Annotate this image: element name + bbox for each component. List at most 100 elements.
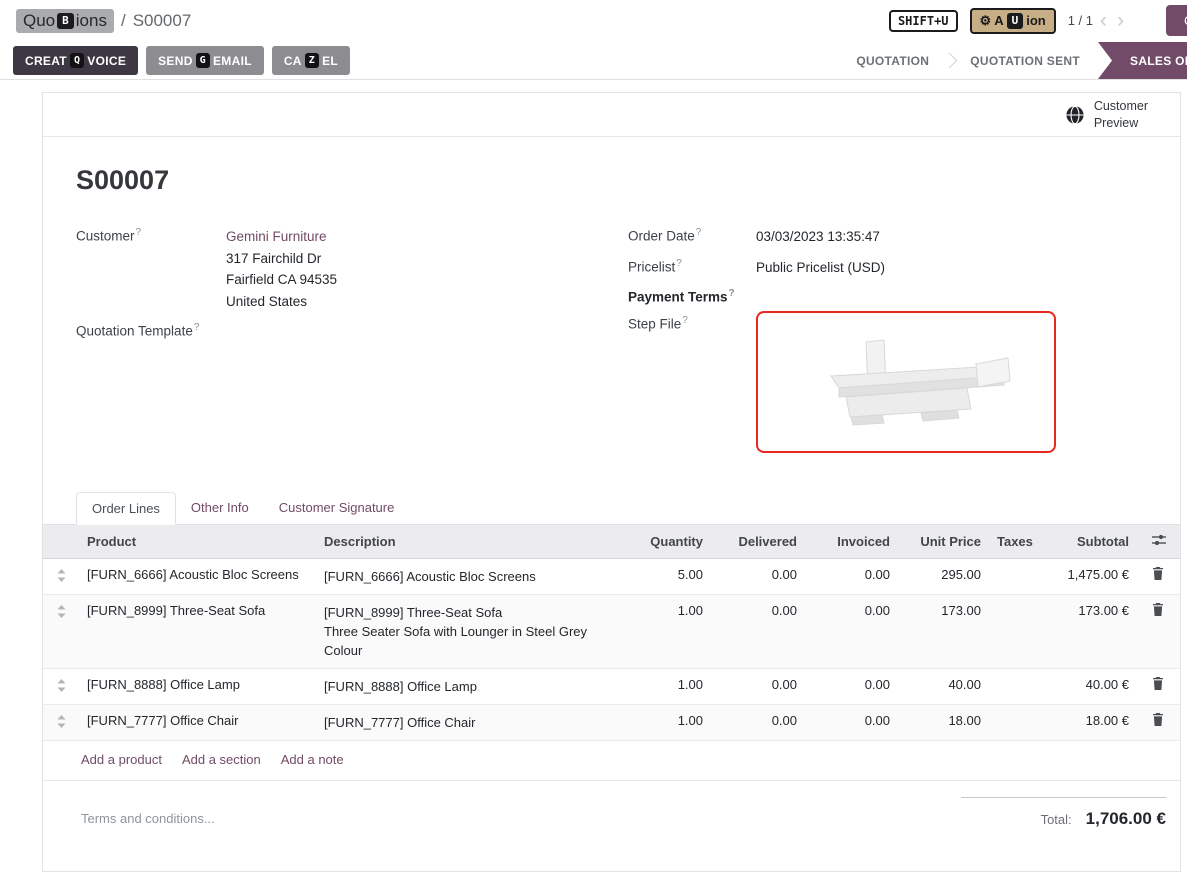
column-header-description[interactable]: Description	[316, 525, 621, 559]
line-taxes-cell[interactable]	[989, 668, 1039, 704]
column-header-subtotal[interactable]: Subtotal	[1039, 525, 1137, 559]
row-drag-handle[interactable]	[43, 668, 79, 704]
field-order-date: Order Date? 03/03/2023 13:35:47	[628, 226, 1147, 248]
customer-link[interactable]: Gemini Furniture	[226, 229, 327, 244]
send-email-button[interactable]: SEND G EMAIL	[146, 46, 264, 75]
line-invoiced-cell[interactable]: 0.00	[805, 704, 898, 740]
line-unit-price-cell[interactable]: 295.00	[898, 558, 989, 594]
breadcrumb: Quo B ions / S00007	[16, 9, 191, 33]
column-header-product[interactable]: Product	[79, 525, 316, 559]
control-panel-top: Quo B ions / S00007 SHIFT+U ⚙ A U ion 1 …	[0, 0, 1187, 42]
line-description-cell[interactable]: [FURN_8999] Three-Seat SofaThree Seater …	[316, 594, 621, 668]
breadcrumb-quotations-text-pre: Quo	[23, 11, 55, 31]
delete-line-button[interactable]	[1137, 558, 1180, 594]
send-email-text-post: EMAIL	[213, 54, 252, 68]
column-header-quantity[interactable]: Quantity	[621, 525, 711, 559]
order-line-row[interactable]: [FURN_8888] Office Lamp [FURN_8888] Offi…	[43, 668, 1180, 704]
sheet-body: S00007 Customer? Gemini Furniture 317 Fa…	[43, 137, 1180, 462]
help-icon: ?	[676, 258, 682, 269]
breadcrumb-quotations[interactable]: Quo B ions	[16, 9, 114, 33]
line-unit-price-cell[interactable]: 18.00	[898, 704, 989, 740]
order-line-row[interactable]: [FURN_6666] Acoustic Bloc Screens [FURN_…	[43, 558, 1180, 594]
line-footer-links: Add a product Add a section Add a note	[43, 741, 1180, 781]
line-product-cell[interactable]: [FURN_8888] Office Lamp	[79, 668, 316, 704]
order-line-row[interactable]: [FURN_8999] Three-Seat Sofa [FURN_8999] …	[43, 594, 1180, 668]
line-product-cell[interactable]: [FURN_6666] Acoustic Bloc Screens	[79, 558, 316, 594]
action-menu-button[interactable]: ⚙ A U ion	[970, 8, 1056, 34]
cancel-button[interactable]: CA Z EL	[272, 46, 350, 75]
totals-block: Total: 1,706.00 €	[961, 797, 1166, 829]
pager-previous-button[interactable]: ‹	[1097, 10, 1110, 31]
line-invoiced-cell[interactable]: 0.00	[805, 594, 898, 668]
column-header-invoiced[interactable]: Invoiced	[805, 525, 898, 559]
field-customer: Customer? Gemini Furniture 317 Fairchild…	[76, 226, 628, 312]
action-text-post: ion	[1026, 13, 1046, 28]
drag-handle-icon	[57, 569, 66, 582]
statusbar-stage-quotation-sent[interactable]: QUOTATION SENT	[952, 42, 1098, 79]
add-a-section-link[interactable]: Add a section	[182, 752, 261, 767]
pager-next-button[interactable]: ›	[1114, 10, 1127, 31]
customer-preview-button[interactable]: Customer Preview	[1059, 97, 1154, 132]
line-quantity-cell[interactable]: 1.00	[621, 668, 711, 704]
line-taxes-cell[interactable]	[989, 594, 1039, 668]
line-unit-price-cell[interactable]: 173.00	[898, 594, 989, 668]
add-a-note-link[interactable]: Add a note	[281, 752, 344, 767]
line-quantity-cell[interactable]: 1.00	[621, 704, 711, 740]
line-subtotal-cell: 18.00 €	[1039, 704, 1137, 740]
action-buttons-group: CREAT Q VOICE SEND G EMAIL CA Z EL	[13, 42, 350, 79]
tab-other-info[interactable]: Other Info	[176, 492, 264, 524]
pricelist-value[interactable]: Public Pricelist (USD)	[756, 257, 885, 279]
line-taxes-cell[interactable]	[989, 704, 1039, 740]
cancel-text-post: EL	[322, 54, 338, 68]
sliders-icon	[1152, 534, 1166, 546]
line-product-cell[interactable]: [FURN_8999] Three-Seat Sofa	[79, 594, 316, 668]
line-invoiced-cell[interactable]: 0.00	[805, 558, 898, 594]
tab-order-lines[interactable]: Order Lines	[76, 492, 176, 525]
trash-icon	[1152, 677, 1164, 690]
line-description-cell[interactable]: [FURN_6666] Acoustic Bloc Screens	[316, 558, 621, 594]
line-taxes-cell[interactable]	[989, 558, 1039, 594]
line-delivered-cell[interactable]: 0.00	[711, 594, 805, 668]
line-delivered-cell[interactable]: 0.00	[711, 668, 805, 704]
field-step-file: Step File?	[628, 314, 1147, 453]
optional-columns-toggle[interactable]	[1137, 525, 1180, 559]
create-invoice-button[interactable]: CREAT Q VOICE	[13, 46, 138, 75]
delete-line-button[interactable]	[1137, 594, 1180, 668]
gear-icon: ⚙	[980, 13, 992, 29]
row-drag-handle[interactable]	[43, 704, 79, 740]
line-invoiced-cell[interactable]: 0.00	[805, 668, 898, 704]
line-delivered-cell[interactable]: 0.00	[711, 558, 805, 594]
step-file-image[interactable]	[756, 311, 1056, 453]
line-description-cell[interactable]: [FURN_7777] Office Chair	[316, 704, 621, 740]
customer-address-line: Fairfield CA 94535	[226, 269, 337, 291]
add-a-product-link[interactable]: Add a product	[81, 752, 162, 767]
line-quantity-cell[interactable]: 5.00	[621, 558, 711, 594]
statusbar-stage-quotation[interactable]: QUOTATION	[838, 42, 947, 79]
handle-column-header	[43, 525, 79, 559]
statusbar-stage-sales-order[interactable]: SALES ORDER	[1098, 42, 1187, 79]
terms-and-conditions-input[interactable]: Terms and conditions...	[81, 797, 215, 826]
line-unit-price-cell[interactable]: 40.00	[898, 668, 989, 704]
form-sheet: Customer Preview S00007 Customer? Gemini…	[42, 92, 1181, 872]
close-button[interactable]: Close	[1166, 5, 1187, 36]
breadcrumb-separator: /	[121, 11, 126, 31]
customer-address-line: 317 Fairchild Dr	[226, 248, 337, 270]
payment-terms-label: Payment Terms?	[628, 287, 756, 305]
delete-line-button[interactable]	[1137, 704, 1180, 740]
line-product-cell[interactable]: [FURN_7777] Office Chair	[79, 704, 316, 740]
table-header-row: Product Description Quantity Delivered I…	[43, 525, 1180, 559]
column-header-delivered[interactable]: Delivered	[711, 525, 805, 559]
delete-line-button[interactable]	[1137, 668, 1180, 704]
line-quantity-cell[interactable]: 1.00	[621, 594, 711, 668]
line-description-cell[interactable]: [FURN_8888] Office Lamp	[316, 668, 621, 704]
column-header-taxes[interactable]: Taxes	[989, 525, 1039, 559]
order-line-row[interactable]: [FURN_7777] Office Chair [FURN_7777] Off…	[43, 704, 1180, 740]
line-delivered-cell[interactable]: 0.00	[711, 704, 805, 740]
order-date-value[interactable]: 03/03/2023 13:35:47	[756, 226, 880, 248]
line-subtotal-cell: 40.00 €	[1039, 668, 1137, 704]
column-header-unit-price[interactable]: Unit Price	[898, 525, 989, 559]
row-drag-handle[interactable]	[43, 558, 79, 594]
customer-value: Gemini Furniture 317 Fairchild DrFairfie…	[226, 226, 337, 312]
row-drag-handle[interactable]	[43, 594, 79, 668]
tab-customer-signature[interactable]: Customer Signature	[264, 492, 410, 524]
